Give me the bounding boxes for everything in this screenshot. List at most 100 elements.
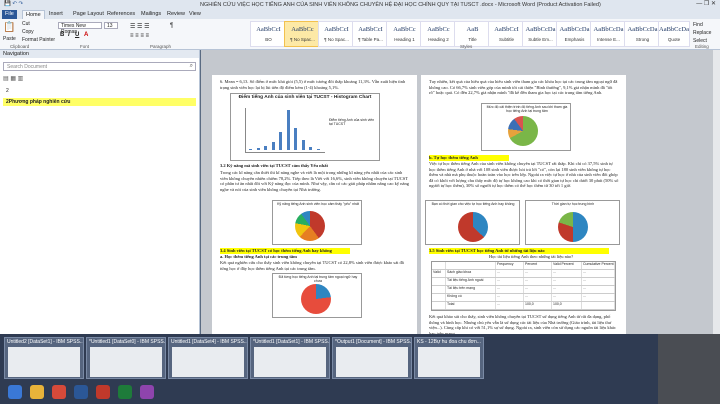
cut-button[interactable]: Cut (22, 21, 30, 27)
histogram-bar (264, 146, 267, 150)
font-size-select[interactable]: 13 (104, 22, 118, 29)
underline-button[interactable]: U (75, 32, 79, 38)
x-axis (245, 152, 325, 153)
group-label: Font (80, 44, 90, 49)
spss-icon[interactable] (96, 385, 110, 399)
task-thumbnail[interactable]: Untitled1 [DataSet4] - IBM SPSS... (168, 337, 248, 379)
nav-heading-item-selected[interactable]: 2Phương pháp nghiên cứu (3, 98, 196, 106)
window-controls[interactable]: — ❐ ✕ (696, 0, 716, 7)
taskbar: Untitled2 [DataSet1] - IBM SPSS... *Unti… (0, 334, 720, 404)
style-item[interactable]: AaBbCc Heading 2 (420, 21, 457, 47)
table-cell: Sách giáo khoa (446, 270, 496, 277)
task-preview (90, 347, 162, 377)
tab-review[interactable]: Review (164, 10, 188, 19)
task-label: *Untitled1 [DataSet1] - IBM SPSS... (253, 339, 329, 345)
word-icon[interactable] (74, 385, 88, 399)
histogram-bar (316, 149, 320, 150)
quick-access-icons[interactable]: 💾 ↶ ↷ (4, 1, 23, 7)
table-cell: ... (524, 286, 552, 293)
style-item[interactable]: AaBbCc ¶ No Spac... (284, 21, 321, 47)
app-icon[interactable] (140, 385, 154, 399)
pie (301, 284, 331, 314)
task-thumbnail[interactable]: *Untitled1 [DataSet1] - IBM SPSS... (250, 337, 330, 379)
style-item[interactable]: AaBbCcI ¶ Table Pa... (352, 21, 389, 47)
pie-chart-study-time: Thời gian tự học trung bình (525, 200, 620, 245)
style-item[interactable]: AaBbCcDa Subtle Em... (522, 21, 559, 47)
table-cell: 100,0 (552, 302, 582, 309)
document-area: 6. Mean = 6,13. Số điểm ở mức khá giỏi (… (201, 50, 720, 334)
excel-icon[interactable] (118, 385, 132, 399)
format-painter-button[interactable]: Format Painter (22, 37, 55, 43)
replace-button[interactable]: Replace (693, 30, 711, 36)
nav-heading-item[interactable]: 2 (3, 87, 196, 95)
paragraph-mark-icon[interactable]: ¶ (170, 23, 173, 29)
table-row: Valid Sách giáo khoa............ (432, 270, 615, 278)
table-row: Tài liệu tiếng Anh ngoài............ (432, 278, 615, 286)
bold-button[interactable]: B (60, 32, 64, 38)
style-item[interactable]: AaBbCcDa Intense E... (590, 21, 627, 47)
table-cell: ... (552, 294, 582, 301)
paragraph: 6. Mean = 6,13. Số điểm ở mức khá giỏi (… (220, 79, 406, 90)
vertical-scrollbar[interactable] (713, 50, 720, 334)
histogram-bar (301, 140, 305, 150)
font-name-select[interactable]: Times New Roman (58, 22, 102, 35)
style-item[interactable]: AaBbCcI ¶ No Spac... (318, 21, 355, 47)
nav-view-tabs[interactable]: ▤ ▦ ▥ (3, 75, 196, 84)
table-cell: ... (552, 286, 582, 293)
table-row: Frequency Percent Valid Percent Cumulative … (432, 262, 615, 270)
navigation-pane: Navigation Search Document ⌕ ▤ ▦ ▥ 2 2Ph… (0, 50, 200, 334)
font-color-button[interactable]: A (84, 32, 88, 38)
paste-button[interactable]: Paste (3, 36, 16, 42)
ribbon: 📋 Paste Cut Copy Format Painter Times Ne… (0, 19, 720, 50)
search-document-input[interactable]: Search Document ⌕ (3, 62, 196, 71)
copy-button[interactable]: Copy (22, 29, 34, 35)
start-icon[interactable] (8, 385, 22, 399)
style-item[interactable]: AaBbCcDa Emphasis (556, 21, 593, 47)
find-button[interactable]: Find (693, 22, 703, 28)
table-cell: Frequency (496, 262, 524, 269)
table-cell (432, 294, 446, 301)
style-item[interactable]: AaBbCcI BO (250, 21, 287, 47)
table-cell: ... (524, 270, 552, 277)
group-label: Styles (460, 44, 473, 49)
ribbon-tabs: File Home Insert Page Layout References … (0, 9, 720, 19)
table-row: Tài liệu trên mạng............ (432, 286, 615, 294)
tab-page-layout[interactable]: Page Layout (70, 10, 107, 19)
tab-file[interactable]: File (2, 10, 17, 19)
style-item[interactable]: AaBbCc Heading 1 (386, 21, 423, 47)
tab-mailings[interactable]: Mailings (138, 10, 164, 19)
tab-home[interactable]: Home (22, 10, 45, 19)
table-cell: Cumulative Percent (582, 262, 615, 269)
table-cell (432, 302, 446, 309)
italic-button[interactable]: I (68, 32, 70, 38)
paragraph: Kết quả khảo sát cho thấy, sinh viên khô… (429, 314, 616, 334)
bullets-icon[interactable]: ☰ ☰ ☰ (130, 23, 149, 30)
table-cell: Total (446, 302, 496, 309)
tab-view[interactable]: View (186, 10, 204, 19)
table-row: Total... 100,0 100,0 (432, 302, 615, 310)
task-label: KS - 12Bự hu đoa chu đơn... (417, 339, 481, 345)
task-thumbnail[interactable]: *Untitled1 [DataSet0] - IBM SPSS... (86, 337, 166, 379)
pie-chart-improvement: Mức độ cải thiện trình độ tiếng Anh sau … (481, 103, 571, 151)
task-label: *Untitled1 [DataSet0] - IBM SPSS... (89, 339, 165, 345)
style-item[interactable]: AaBbCcDa Strong (624, 21, 661, 47)
style-item[interactable]: AaBbCcI Subtitle (488, 21, 525, 47)
pie (558, 212, 588, 242)
table-cell: ... (552, 270, 582, 277)
style-item[interactable]: AaBbCcDa Quote (658, 21, 690, 47)
histogram-bar (256, 148, 260, 150)
search-icon[interactable]: ⌕ (190, 63, 193, 70)
pie (295, 211, 325, 241)
tab-insert[interactable]: Insert (46, 10, 66, 19)
task-thumbnail[interactable]: KS - 12Bự hu đoa chu đơn... (414, 337, 484, 379)
table-cell: ... (524, 294, 552, 301)
paste-icon[interactable]: 📋 (3, 22, 15, 33)
task-thumbnail[interactable]: Untitled2 [DataSet1] - IBM SPSS... (4, 337, 84, 379)
task-thumbnail[interactable]: *Output1 [Document] - IBM SPSS... (332, 337, 412, 379)
browser-icon[interactable] (52, 385, 66, 399)
tab-references[interactable]: References (104, 10, 138, 19)
align-icons[interactable]: ≡ ≡ ≡ ≡ (130, 33, 149, 39)
explorer-icon[interactable] (30, 385, 44, 399)
window-title: NGHIÊN CỨU VIỆC HỌC TIẾNG ANH CỦA SINH V… (200, 1, 601, 8)
section-heading-highlighted: 3.4 Sinh viên tại TUCST có học thêm tiến… (220, 248, 350, 254)
